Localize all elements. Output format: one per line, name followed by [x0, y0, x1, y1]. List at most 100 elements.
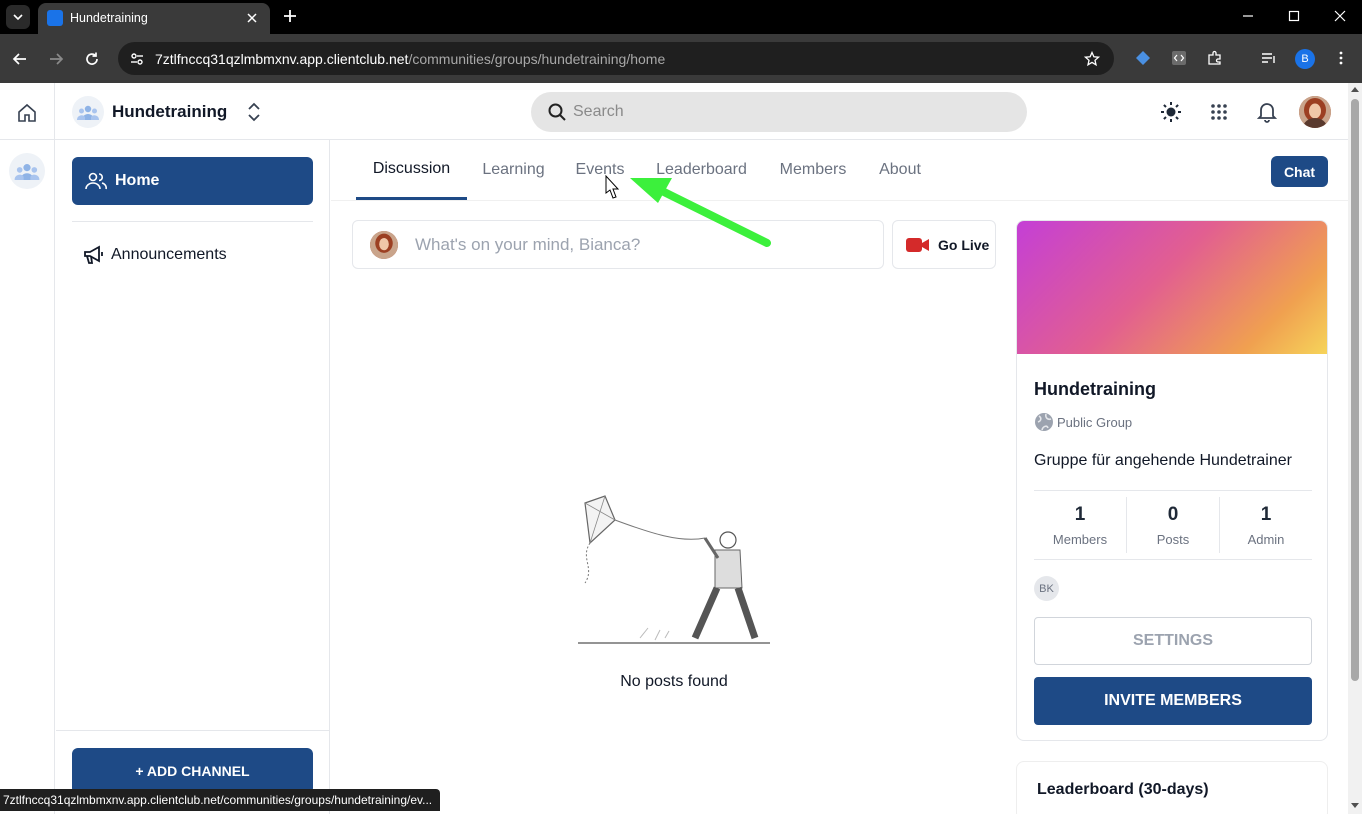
group-avatar-icon [72, 96, 104, 128]
browser-tab-active[interactable]: Hundetraining [38, 3, 270, 34]
apps-grid-button[interactable] [1206, 99, 1232, 125]
group-description: Gruppe für angehende Hundetrainer [1034, 452, 1292, 469]
url-text: 7ztlfnccq31qzlmbmxnv.app.clientclub.net/… [155, 51, 665, 67]
rail-group-button[interactable] [9, 153, 45, 189]
divider [72, 221, 313, 222]
reload-icon [86, 52, 98, 65]
browser-menu-button[interactable] [1331, 48, 1351, 68]
arrow-right-icon [50, 53, 64, 65]
code-icon [1172, 51, 1186, 65]
media-control-button[interactable] [1259, 48, 1279, 68]
channel-sidebar: Home Announcements + ADD CHANNEL [56, 140, 330, 814]
group-switcher[interactable]: Hundetraining [72, 96, 263, 128]
app-header: Hundetraining [0, 83, 1348, 140]
scroll-thumb[interactable] [1351, 99, 1359, 681]
settings-button[interactable]: SETTINGS [1034, 617, 1312, 665]
users-icon [14, 164, 40, 180]
extensions-button[interactable] [1205, 48, 1225, 68]
site-info-button[interactable] [126, 48, 148, 70]
stat-admin[interactable]: 1 Admin [1220, 497, 1312, 553]
sidebar-item-announcements[interactable]: Announcements [82, 243, 227, 267]
composer-placeholder: What's on your mind, Bianca? [415, 234, 641, 254]
window-close-button[interactable] [1328, 6, 1352, 26]
search-input[interactable] [573, 92, 1013, 132]
bell-icon [1257, 103, 1277, 123]
left-rail [0, 83, 55, 814]
video-camera-icon [906, 237, 929, 252]
empty-state-text: No posts found [620, 673, 728, 690]
user-photo-icon [370, 230, 398, 259]
forward-button[interactable] [44, 47, 68, 71]
group-visibility: Public Group [1034, 412, 1132, 432]
visibility-label: Public Group [1057, 414, 1133, 430]
tab-learning[interactable]: Learning [473, 140, 554, 200]
chat-button[interactable]: Chat [1271, 156, 1328, 187]
tab-leaderboard[interactable]: Leaderboard [651, 140, 752, 200]
window-maximize-button[interactable] [1282, 6, 1306, 26]
post-composer[interactable]: What's on your mind, Bianca? [352, 220, 884, 269]
users-icon [77, 105, 99, 120]
stat-label: Members [1052, 531, 1108, 547]
arrow-left-icon [12, 53, 26, 65]
grid-icon [1211, 104, 1227, 120]
stat-label: Admin [1247, 531, 1285, 547]
browser-toolbar: 7ztlfnccq31qzlmbmxnv.app.clientclub.net/… [0, 34, 1362, 83]
invite-members-button[interactable]: INVITE MEMBERS [1034, 677, 1312, 725]
status-bar-url: 7ztlfnccq31qzlmbmxnv.app.clientclub.net/… [0, 789, 441, 811]
rail-home-button[interactable] [14, 100, 40, 126]
playlist-icon [1262, 53, 1275, 63]
notifications-button[interactable] [1254, 99, 1280, 125]
sun-icon [1161, 102, 1181, 122]
leaderboard-title: Leaderboard (30-days) [1037, 781, 1209, 798]
avatar [370, 230, 398, 259]
close-icon [247, 13, 257, 23]
user-avatar[interactable] [1299, 96, 1331, 128]
admin-avatar[interactable]: BK [1034, 576, 1059, 601]
scroll-down-arrow[interactable] [1351, 803, 1359, 808]
theme-toggle-button[interactable] [1158, 99, 1184, 125]
app-page: Hundetraining Search Home Announcements … [0, 83, 1362, 814]
reload-button[interactable] [80, 47, 104, 71]
stat-value: 1 [1260, 503, 1272, 525]
group-name: Hundetraining [112, 102, 228, 121]
add-channel-button[interactable]: + ADD CHANNEL [72, 748, 313, 794]
maximize-icon [1288, 10, 1300, 22]
sidebar-item-home[interactable]: Home [72, 157, 313, 205]
scroll-up-arrow[interactable] [1351, 87, 1359, 92]
tab-search-button[interactable] [6, 5, 30, 29]
extension-1-button[interactable] [1133, 48, 1153, 68]
browser-profile-avatar[interactable]: B [1295, 49, 1315, 69]
tab-about[interactable]: About [874, 140, 926, 200]
window-minimize-button[interactable] [1236, 6, 1260, 26]
extension-2-button[interactable] [1169, 48, 1189, 68]
back-button[interactable] [8, 47, 32, 71]
stat-value: 0 [1167, 503, 1179, 525]
chevron-up-down-icon [245, 100, 263, 124]
tab-close-button[interactable] [242, 8, 262, 28]
go-live-button[interactable]: Go Live [892, 220, 996, 269]
plus-icon [284, 10, 296, 22]
divider [56, 730, 330, 731]
address-bar[interactable]: 7ztlfnccq31qzlmbmxnv.app.clientclub.net/… [118, 42, 1114, 75]
minimize-icon [1243, 15, 1253, 17]
page-scrollbar[interactable] [1348, 83, 1362, 814]
group-info-card: Hundetraining Public Group Gruppe für an… [1016, 220, 1328, 741]
tab-events[interactable]: Events [569, 140, 631, 200]
extension-diamond-icon [1136, 51, 1150, 65]
users-outline-icon [85, 172, 107, 190]
tab-members[interactable]: Members [774, 140, 852, 200]
group-banner [1017, 221, 1327, 354]
sidebar-item-label: Announcements [111, 246, 227, 263]
more-vertical-icon [1339, 51, 1343, 65]
browser-tabbar: Hundetraining [0, 0, 1362, 34]
stat-posts[interactable]: 0 Posts [1127, 497, 1220, 553]
user-photo-icon [1299, 96, 1331, 128]
stat-members[interactable]: 1 Members [1034, 497, 1127, 553]
url-host: 7ztlfnccq31qzlmbmxnv.app.clientclub.net [155, 51, 409, 67]
bookmark-button[interactable] [1082, 49, 1102, 69]
tab-discussion[interactable]: Discussion [356, 140, 467, 200]
tune-icon [131, 53, 143, 65]
stat-value: 1 [1074, 503, 1086, 525]
new-tab-button[interactable] [280, 6, 300, 26]
puzzle-icon [1208, 50, 1221, 65]
